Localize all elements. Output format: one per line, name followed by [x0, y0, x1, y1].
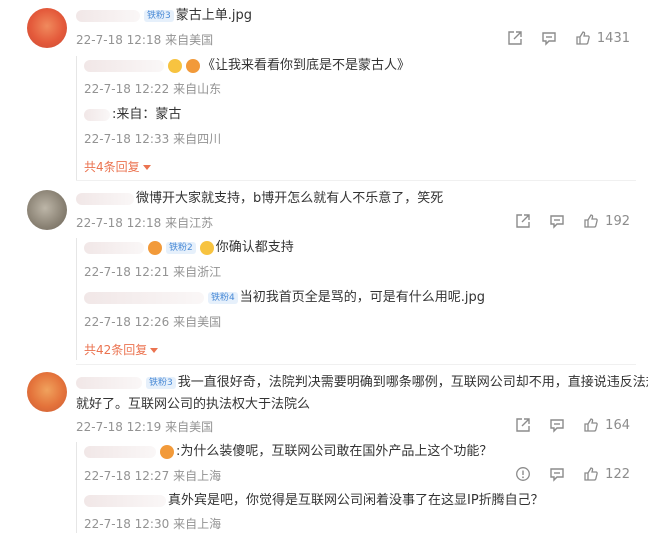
reply-text: 《让我来看看你到底是不是蒙古人》	[84, 55, 410, 77]
comment-actions: 164	[515, 417, 630, 433]
caret-down-icon	[142, 165, 151, 170]
share-icon	[516, 214, 530, 228]
comment-meta: 22-7-18 12:19 来自美国	[76, 420, 214, 434]
reply-button[interactable]	[549, 417, 565, 433]
username[interactable]	[84, 59, 164, 72]
reply-text: 真外宾是吧，你觉得是互联网公司闲着没事了在这显IP折腾自己？	[84, 490, 544, 512]
reply-text: 铁粉2 你确认都支持	[84, 237, 294, 259]
username[interactable]	[76, 376, 142, 389]
fan-badge: 铁粉3	[144, 9, 174, 22]
reply-meta: 22-7-18 12:21 来自浙江	[84, 265, 222, 279]
fan-badge: 铁粉4	[208, 291, 238, 304]
fan-badge: 铁粉2	[166, 241, 196, 254]
username[interactable]	[84, 108, 110, 121]
comment-icon	[550, 419, 564, 433]
vip-icon	[168, 58, 182, 73]
comment-meta: 22-7-18 12:18 来自江苏	[76, 216, 214, 230]
reply-text: :为什么装傻呢，互联网公司敢在国外产品上这个功能？	[84, 441, 492, 463]
comment-icon	[550, 215, 564, 229]
share-button[interactable]	[515, 213, 531, 229]
emoji-icon	[160, 444, 174, 459]
comment-meta: 22-7-18 12:18 来自美国	[76, 31, 213, 48]
reply-meta: 22-7-18 12:33 来自四川	[84, 132, 222, 146]
reply-text: :来自：蒙古	[84, 104, 181, 126]
divider	[76, 180, 636, 181]
reply-button[interactable]	[549, 213, 565, 229]
comment-icon	[542, 32, 556, 46]
reply-meta: 22-7-18 12:27 来自上海	[84, 469, 222, 483]
avatar[interactable]	[27, 8, 67, 48]
comment-text: 微博开大家就支持，b博开怎么就有人不乐意了，笑死	[76, 188, 443, 210]
thumbs-up-icon	[584, 214, 598, 228]
emoji-icon	[148, 240, 162, 255]
reply-button[interactable]	[549, 466, 565, 482]
report-button[interactable]	[515, 466, 531, 482]
share-button[interactable]	[507, 30, 523, 46]
divider	[76, 364, 636, 365]
comment-actions: 1431	[507, 30, 630, 46]
share-icon	[508, 31, 522, 45]
username[interactable]	[76, 9, 140, 22]
like-count: 1431	[596, 30, 630, 46]
comment-text: 铁粉3 蒙古上单.jpg	[76, 5, 252, 27]
caret-down-icon	[150, 348, 159, 353]
more-replies-link[interactable]: 共4条回复	[84, 158, 151, 175]
emoji-icon	[199, 240, 214, 255]
avatar[interactable]	[27, 190, 67, 230]
like-button[interactable]: 1431	[575, 30, 630, 46]
like-count: 192	[605, 213, 630, 229]
avatar[interactable]	[27, 372, 67, 412]
more-replies-link[interactable]: 共42条回复	[84, 341, 159, 358]
comment-actions: 192	[515, 213, 630, 229]
reply-meta: 22-7-18 12:30 来自上海	[84, 517, 222, 531]
like-button[interactable]: 164	[583, 417, 630, 433]
username[interactable]	[84, 445, 156, 458]
thumbs-up-icon	[584, 467, 598, 481]
location: 来自美国	[165, 33, 214, 47]
fan-badge: 铁粉3	[146, 376, 176, 389]
share-icon	[516, 418, 530, 432]
reply-text: 铁粉4 当初我首页全是骂的，可是有什么用呢.jpg	[84, 287, 485, 309]
thumbs-up-icon	[584, 418, 598, 432]
comment-icon	[550, 468, 564, 482]
timestamp: 22-7-18 12:18	[76, 33, 162, 47]
thumbs-up-icon	[576, 31, 590, 45]
reply-meta: 22-7-18 12:22 来自山东	[84, 82, 222, 96]
comment-text-continued: 就好了。互联网公司的执法权大于法院么	[76, 397, 311, 412]
like-button[interactable]: 122	[583, 466, 630, 482]
username[interactable]	[76, 192, 134, 205]
comment-text: 铁粉3 我一直很好奇，法院判决需要明确到哪条哪例，互联网公司却不用，直接说违反法规	[76, 372, 648, 394]
like-button[interactable]: 192	[583, 213, 630, 229]
reply-button[interactable]	[541, 30, 557, 46]
like-count: 164	[605, 417, 630, 433]
share-button[interactable]	[515, 417, 531, 433]
alert-icon	[516, 467, 531, 481]
reply-meta: 22-7-18 12:26 来自美国	[84, 315, 222, 329]
reply-actions: 122	[515, 466, 630, 482]
username[interactable]	[84, 291, 204, 304]
username[interactable]	[84, 241, 144, 254]
username[interactable]	[84, 494, 166, 507]
like-count: 122	[605, 466, 630, 482]
emoji-icon	[186, 58, 200, 73]
